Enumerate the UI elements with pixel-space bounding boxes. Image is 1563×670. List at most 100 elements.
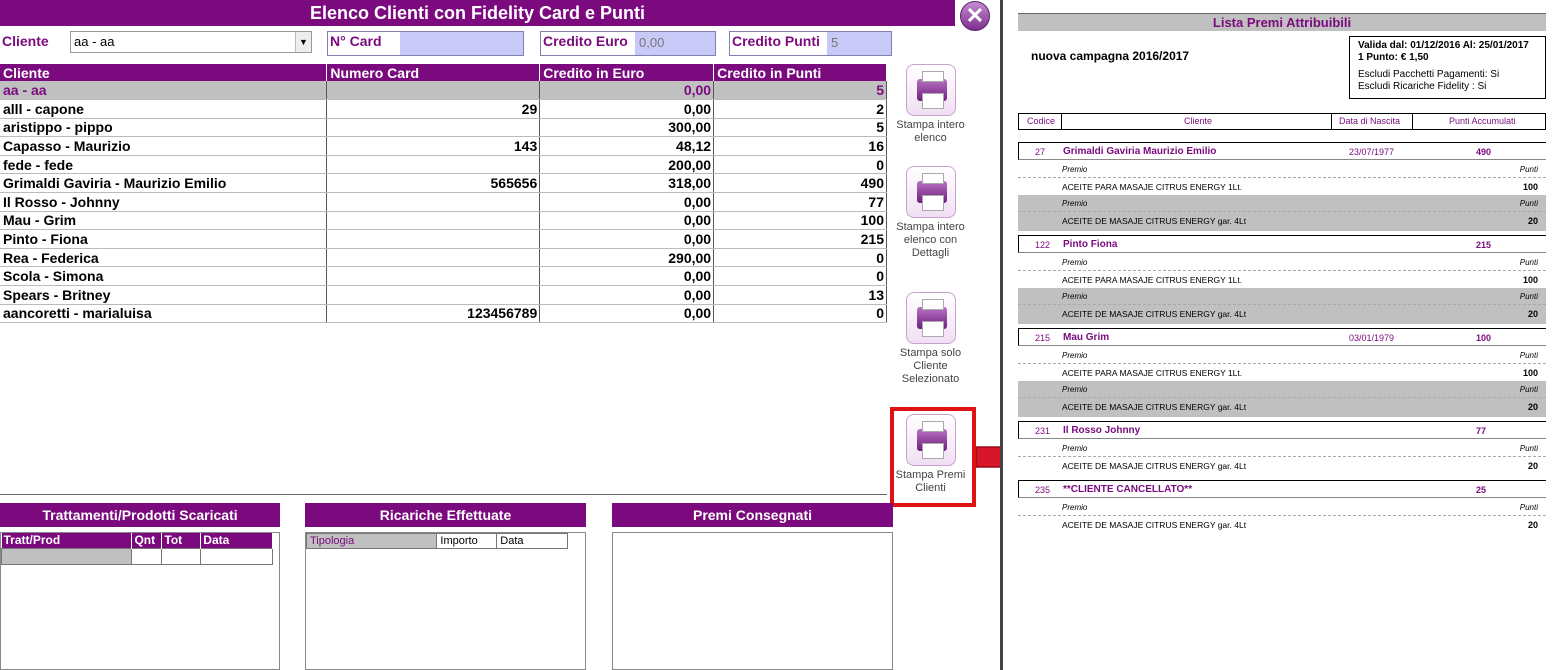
table-row[interactable]: fede - fede 200,00 0	[0, 155, 887, 175]
table-row[interactable]: aancoretti - marialuisa 123456789 0,00 0	[0, 304, 887, 324]
punti-label: Punti	[1519, 199, 1538, 208]
print-selected-client-button[interactable]: Stampa solo Cliente Selezionato	[893, 292, 968, 386]
ricariche-table: Tipologia Importo Data	[305, 533, 568, 549]
ricariche-panel: Ricariche Effettuate Tipologia Importo Dat…	[305, 503, 586, 670]
client-dob: 23/07/1977	[1349, 147, 1395, 157]
col-header-credito-euro[interactable]: Credito in Euro	[539, 64, 715, 81]
prize-item-row: ACEITE DE MASAJE CITRUS ENERGY gar. 4Lt 2…	[1018, 304, 1546, 324]
table-row[interactable]: Pinto - Fiona 0,00 215	[0, 229, 887, 249]
credito-punti-value: 5	[831, 35, 839, 50]
print-full-list-button[interactable]: Stampa intero elenco	[893, 64, 968, 145]
col-header-tipologia[interactable]: Tipologia	[305, 533, 438, 549]
table-row[interactable]: alll - capone 29 0,00 2	[0, 99, 887, 119]
credito-punti-field[interactable]: Credito Punti 5	[729, 31, 892, 56]
col-header-tratt-prod[interactable]: Tratt/Prod	[1, 533, 133, 548]
table-row[interactable]	[0, 547, 273, 565]
client-dob: 03/01/1979	[1349, 333, 1395, 343]
cell-card	[326, 285, 541, 305]
prize-name: ACEITE PARA MASAJE CITRUS ENERGY 1Lt.	[1062, 275, 1243, 285]
report-client-row: 27 Grimaldi Gaviria Maurizio Emilio 23/0…	[1018, 142, 1546, 160]
col-header-data[interactable]: Data	[496, 533, 568, 549]
list-bottom-divider	[0, 494, 887, 495]
table-row[interactable]: Grimaldi Gaviria - Maurizio Emilio 565656…	[0, 173, 887, 194]
punti-label: Punti	[1519, 444, 1538, 453]
report-client-row: 235 **CLIENTE CANCELLATO** 25	[1018, 480, 1546, 498]
client-name: Il Rosso Johnny	[1063, 425, 1141, 436]
prize-points: 20	[1527, 402, 1538, 412]
premio-label: Premio	[1062, 199, 1088, 208]
table-row[interactable]: Spears - Britney 0,00 13	[0, 285, 887, 305]
prize-item-row: ACEITE DE MASAJE CITRUS ENERGY gar. 4Lt 2…	[1018, 211, 1546, 231]
premio-label: Premio	[1062, 444, 1088, 453]
chevron-down-icon[interactable]: ▼	[295, 32, 311, 52]
client-points: 215	[1476, 240, 1492, 250]
cell-card	[326, 211, 541, 231]
trattamenti-list[interactable]: Tratt/Prod Qnt Tot Data	[0, 532, 280, 670]
prize-name: ACEITE DE MASAJE CITRUS ENERGY gar. 4Lt	[1062, 461, 1247, 471]
table-row[interactable]: Capasso - Maurizio 143 48,12 16	[0, 136, 887, 156]
credito-euro-field[interactable]: Credito Euro 0,00	[540, 31, 716, 56]
cell-cliente: aristippo - pippo	[0, 118, 328, 138]
col-header-data[interactable]: Data	[200, 533, 273, 548]
cell-card: 565656	[326, 173, 541, 194]
cell-card: 123456789	[326, 304, 541, 324]
table-row[interactable]: aa - aa 0,00 5	[0, 81, 887, 101]
premi-list[interactable]	[612, 532, 893, 670]
cell-punti: 0	[713, 304, 887, 324]
table-row[interactable]: Rea - Federica 290,00 0	[0, 248, 887, 268]
client-code: 215	[1035, 333, 1051, 343]
client-code: 235	[1035, 485, 1051, 495]
cell-euro: 0,00	[539, 211, 715, 231]
cell-punti: 0	[713, 266, 887, 287]
card-number-field[interactable]: N° Card	[327, 31, 524, 56]
table-header-row: Cliente Numero Card Credito in Euro Cred…	[0, 64, 887, 81]
col-header-importo[interactable]: Importo	[436, 533, 498, 549]
col-header-cliente[interactable]: Cliente	[0, 64, 328, 81]
window-title: Elenco Clienti con Fidelity Card e Punti	[0, 0, 955, 26]
prize-name: ACEITE DE MASAJE CITRUS ENERGY gar. 4Lt	[1062, 520, 1247, 530]
clients-table: Cliente Numero Card Credito in Euro Cred…	[0, 64, 887, 324]
print-full-list-details-label: Stampa intero elenco con Dettagli	[896, 221, 965, 259]
exclude-packages: Escludi Pacchetti Pagamenti: Si	[1358, 69, 1500, 80]
cell-card	[326, 229, 541, 249]
premio-label: Premio	[1062, 292, 1088, 301]
cell-euro: 290,00	[539, 248, 715, 268]
cell-euro: 0,00	[539, 304, 715, 324]
cell-punti: 215	[713, 229, 887, 249]
col-header-tot[interactable]: Tot	[161, 533, 202, 548]
client-points: 25	[1476, 485, 1487, 495]
report-client-row: 215 Mau Grim 03/01/1979 100	[1018, 328, 1546, 346]
report-col-codice: Codice	[1027, 116, 1056, 126]
premio-label: Premio	[1062, 503, 1088, 512]
card-number-label: N° Card	[328, 32, 400, 55]
cell-card	[326, 192, 541, 212]
punti-label: Punti	[1519, 385, 1538, 394]
col-header-qnt[interactable]: Qnt	[131, 533, 163, 548]
report-col-cliente: Cliente	[1184, 116, 1213, 126]
col-header-credito-punti[interactable]: Credito in Punti	[713, 64, 887, 81]
prize-points: 20	[1527, 520, 1538, 530]
report-column-headers: Codice Cliente Data di Nascita Punti Acc…	[1018, 113, 1546, 130]
report-client-row: 231 Il Rosso Johnny 77	[1018, 421, 1546, 439]
report-title: Lista Premi Attribuibili	[1018, 13, 1546, 31]
ricariche-list[interactable]: Tipologia Importo Data	[305, 532, 586, 670]
premio-label: Premio	[1062, 351, 1088, 360]
col-header-numero-card[interactable]: Numero Card	[326, 64, 541, 81]
cell-cliente: Rea - Federica	[0, 248, 328, 268]
print-full-list-details-button[interactable]: Stampa intero elenco con Dettagli	[893, 166, 968, 260]
client-dropdown[interactable]: aa - aa ▼	[70, 31, 312, 53]
campaign-name: nuova campagna 2016/2017	[1031, 49, 1190, 63]
cell-card	[326, 248, 541, 268]
cell-cliente: Grimaldi Gaviria - Maurizio Emilio	[0, 173, 328, 194]
table-row[interactable]: aristippo - pippo 300,00 5	[0, 118, 887, 138]
client-code: 122	[1035, 240, 1051, 250]
close-icon[interactable]: ✕	[960, 1, 990, 31]
client-code: 27	[1035, 147, 1046, 157]
table-row[interactable]: Il Rosso - Johnny 0,00 77	[0, 192, 887, 212]
table-row[interactable]: Scola - Simona 0,00 0	[0, 266, 887, 287]
ricariche-title: Ricariche Effettuate	[305, 503, 586, 527]
cell-cliente: Spears - Britney	[0, 285, 328, 305]
table-row[interactable]: Mau - Grim 0,00 100	[0, 211, 887, 231]
cell-punti: 0	[713, 155, 887, 175]
premio-label: Premio	[1062, 385, 1088, 394]
